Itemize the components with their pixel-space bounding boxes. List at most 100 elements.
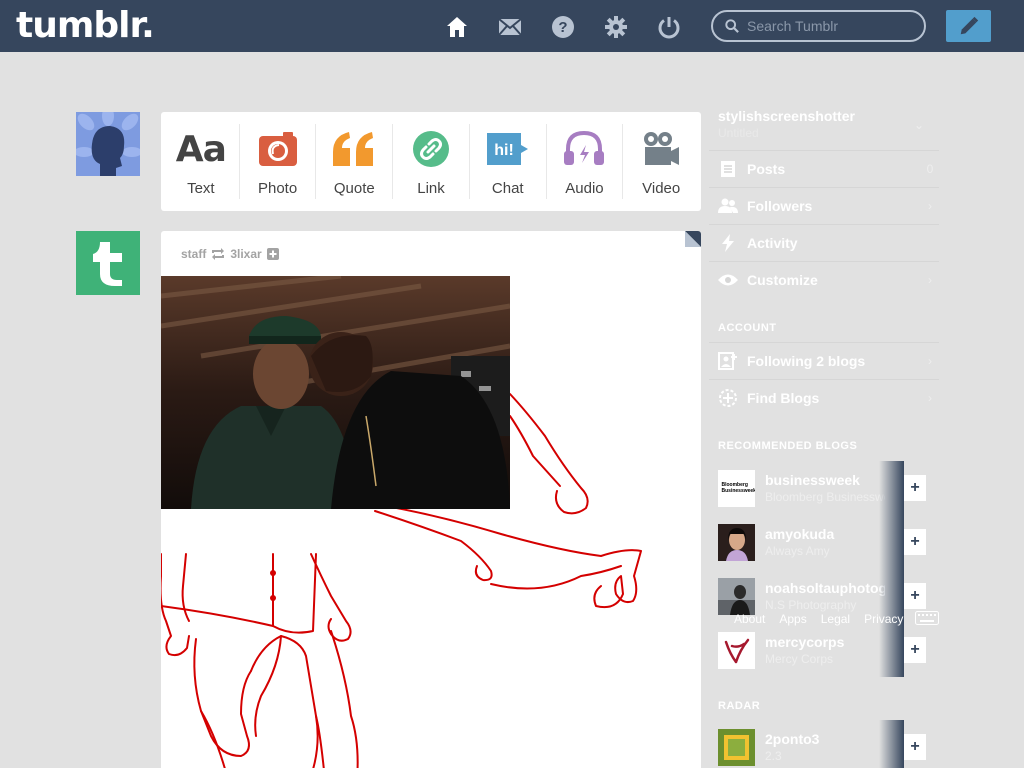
chat-post-button[interactable]: hi! Chat xyxy=(470,124,547,199)
radar-heading: RADAR xyxy=(718,700,761,712)
audio-post-button[interactable]: Audio xyxy=(547,124,624,199)
posts-icon xyxy=(709,160,747,178)
tumblr-logo[interactable]: tumblr. xyxy=(16,5,155,46)
home-icon[interactable] xyxy=(444,14,470,40)
follow-button[interactable]: + xyxy=(904,734,926,760)
post-type-bar: Aa Text Photo Quote Link hi! Chat Audio xyxy=(161,112,701,211)
search-icon xyxy=(725,19,739,33)
headphones-icon xyxy=(564,124,605,174)
sidebar-item-following[interactable]: Following 2 blogs › xyxy=(709,342,939,379)
reblogged-from[interactable]: 3lixar xyxy=(230,247,261,261)
text-post-label: Text xyxy=(187,180,215,197)
photo-post-label: Photo xyxy=(257,180,298,197)
top-navigation-bar: tumblr. ? xyxy=(0,0,1024,52)
sidebar-item-label: Customize xyxy=(747,272,818,288)
sidebar-item-followers[interactable]: Followers › xyxy=(709,187,939,224)
chat-glyph: hi! xyxy=(494,142,514,159)
video-post-label: Video xyxy=(642,180,681,197)
follow-plus-icon[interactable] xyxy=(266,248,279,260)
keyboard-icon[interactable] xyxy=(915,611,939,625)
blog-name[interactable]: amyokuda xyxy=(765,526,885,542)
svg-text:?: ? xyxy=(558,19,567,36)
footer-link-legal[interactable]: Legal xyxy=(821,612,850,626)
blog-name[interactable]: noahsoltauphotography xyxy=(765,580,885,596)
account-heading: ACCOUNT xyxy=(718,322,777,334)
footer-links: About Apps Legal Privacy xyxy=(734,612,903,626)
follow-button[interactable]: + xyxy=(904,583,926,609)
search-input[interactable] xyxy=(747,18,917,34)
activity-icon xyxy=(709,234,747,252)
post-corner-fold[interactable] xyxy=(685,231,701,247)
follow-button[interactable]: + xyxy=(904,475,926,501)
footer-link-apps[interactable]: Apps xyxy=(779,612,806,626)
chevron-right-icon: › xyxy=(928,199,932,213)
post-photo[interactable] xyxy=(161,276,510,509)
sidebar-item-label: Followers xyxy=(747,198,813,214)
blog-subtitle: Bloomberg Businessweek xyxy=(765,490,885,504)
chevron-right-icon: › xyxy=(928,354,932,368)
footer-link-privacy[interactable]: Privacy xyxy=(864,612,903,626)
quote-icon xyxy=(333,124,375,174)
sidebar-item-activity[interactable]: Activity xyxy=(709,224,939,261)
photo-post-button[interactable]: Photo xyxy=(240,124,317,199)
recommended-blog[interactable]: amyokuda Always Amy + xyxy=(709,515,939,569)
pencil-icon xyxy=(960,16,978,35)
gear-icon[interactable] xyxy=(603,14,629,40)
following-icon xyxy=(709,352,747,370)
blog-subtitle: Untitled xyxy=(718,126,759,140)
user-avatar[interactable] xyxy=(76,112,140,176)
blog-subtitle: Always Amy xyxy=(765,544,830,558)
recommended-blog[interactable]: mercycorps Mercy Corps + xyxy=(709,623,939,677)
search-box[interactable] xyxy=(711,10,926,42)
blog-subtitle: N.S Photography xyxy=(765,598,857,612)
link-post-label: Link xyxy=(417,180,445,197)
radar-blog[interactable]: 2ponto3 2.3 + xyxy=(709,720,939,768)
quote-post-label: Quote xyxy=(333,180,375,197)
link-post-button[interactable]: Link xyxy=(393,124,470,199)
text-icon: Aa xyxy=(175,128,227,170)
chat-icon: hi! xyxy=(486,124,529,174)
follow-button[interactable]: + xyxy=(904,529,926,555)
blog-subtitle: 2.3 xyxy=(765,749,782,763)
power-icon[interactable] xyxy=(656,14,682,40)
video-camera-icon xyxy=(641,124,681,174)
camera-icon xyxy=(258,124,297,174)
post-author[interactable]: staff xyxy=(181,247,206,261)
link-icon xyxy=(413,124,450,174)
chevron-down-icon[interactable]: ⌄ xyxy=(914,118,924,132)
eye-icon xyxy=(709,273,747,287)
staff-avatar[interactable] xyxy=(76,231,140,295)
video-post-button[interactable]: Video xyxy=(623,124,699,199)
sidebar-item-label: Activity xyxy=(747,235,798,251)
dashboard-post: staff 3lixar xyxy=(161,231,701,768)
chat-post-label: Chat xyxy=(491,180,524,197)
sidebar-item-label: Following 2 blogs xyxy=(747,353,866,369)
blog-subtitle: Mercy Corps xyxy=(765,652,834,666)
blog-avatar xyxy=(718,523,755,561)
blog-avatar: Bloomberg Businessweek xyxy=(718,469,755,507)
mail-icon[interactable] xyxy=(497,14,523,40)
follow-button[interactable]: + xyxy=(904,637,926,663)
sidebar-item-find-blogs[interactable]: Find Blogs › xyxy=(709,379,939,416)
sidebar-item-label: Find Blogs xyxy=(747,390,820,406)
help-icon[interactable]: ? xyxy=(550,14,576,40)
blog-name[interactable]: businessweek xyxy=(765,472,885,488)
chevron-right-icon: › xyxy=(928,391,932,405)
posts-count: 0 xyxy=(926,162,934,176)
reblog-icon xyxy=(212,248,225,260)
sidebar-item-customize[interactable]: Customize › xyxy=(709,261,939,298)
quote-post-button[interactable]: Quote xyxy=(316,124,394,199)
tumblr-t-logo xyxy=(93,242,122,286)
chevron-right-icon: › xyxy=(928,273,932,287)
blog-name[interactable]: 2ponto3 xyxy=(765,731,885,747)
blog-avatar xyxy=(718,577,755,615)
blog-name[interactable]: stylishscreenshotter xyxy=(718,108,855,124)
blog-name[interactable]: mercycorps xyxy=(765,634,885,650)
compass-icon xyxy=(709,388,747,408)
compose-button[interactable] xyxy=(946,10,991,42)
footer-link-about[interactable]: About xyxy=(734,612,765,626)
text-post-button[interactable]: Aa Text xyxy=(163,124,240,199)
recommended-blog[interactable]: Bloomberg Businessweek businessweek Bloo… xyxy=(709,461,939,515)
blog-avatar xyxy=(718,631,755,669)
sidebar-item-posts[interactable]: Posts 0 xyxy=(709,150,939,187)
